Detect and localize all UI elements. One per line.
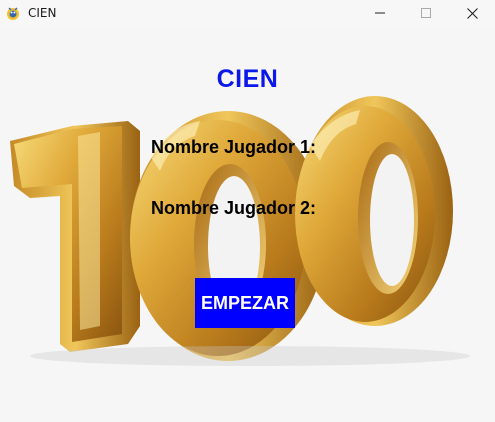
game-title: CIEN: [216, 65, 279, 93]
game-screen: CIEN Nombre Jugador 1: Nombre Jugador 2:…: [0, 26, 495, 422]
minimize-button[interactable]: [357, 0, 403, 26]
window-titlebar[interactable]: CIEN: [0, 0, 495, 26]
close-icon: [466, 7, 478, 19]
window-title: CIEN: [28, 6, 57, 20]
close-button[interactable]: [449, 0, 495, 26]
pygame-snake-icon: [5, 5, 21, 21]
player2-label: Nombre Jugador 2:: [151, 198, 317, 218]
start-button[interactable]: EMPEZAR: [195, 278, 295, 328]
minimize-icon: [375, 12, 385, 14]
maximize-icon: [421, 8, 431, 18]
maximize-button[interactable]: [403, 0, 449, 26]
player1-label: Nombre Jugador 1:: [151, 137, 317, 157]
